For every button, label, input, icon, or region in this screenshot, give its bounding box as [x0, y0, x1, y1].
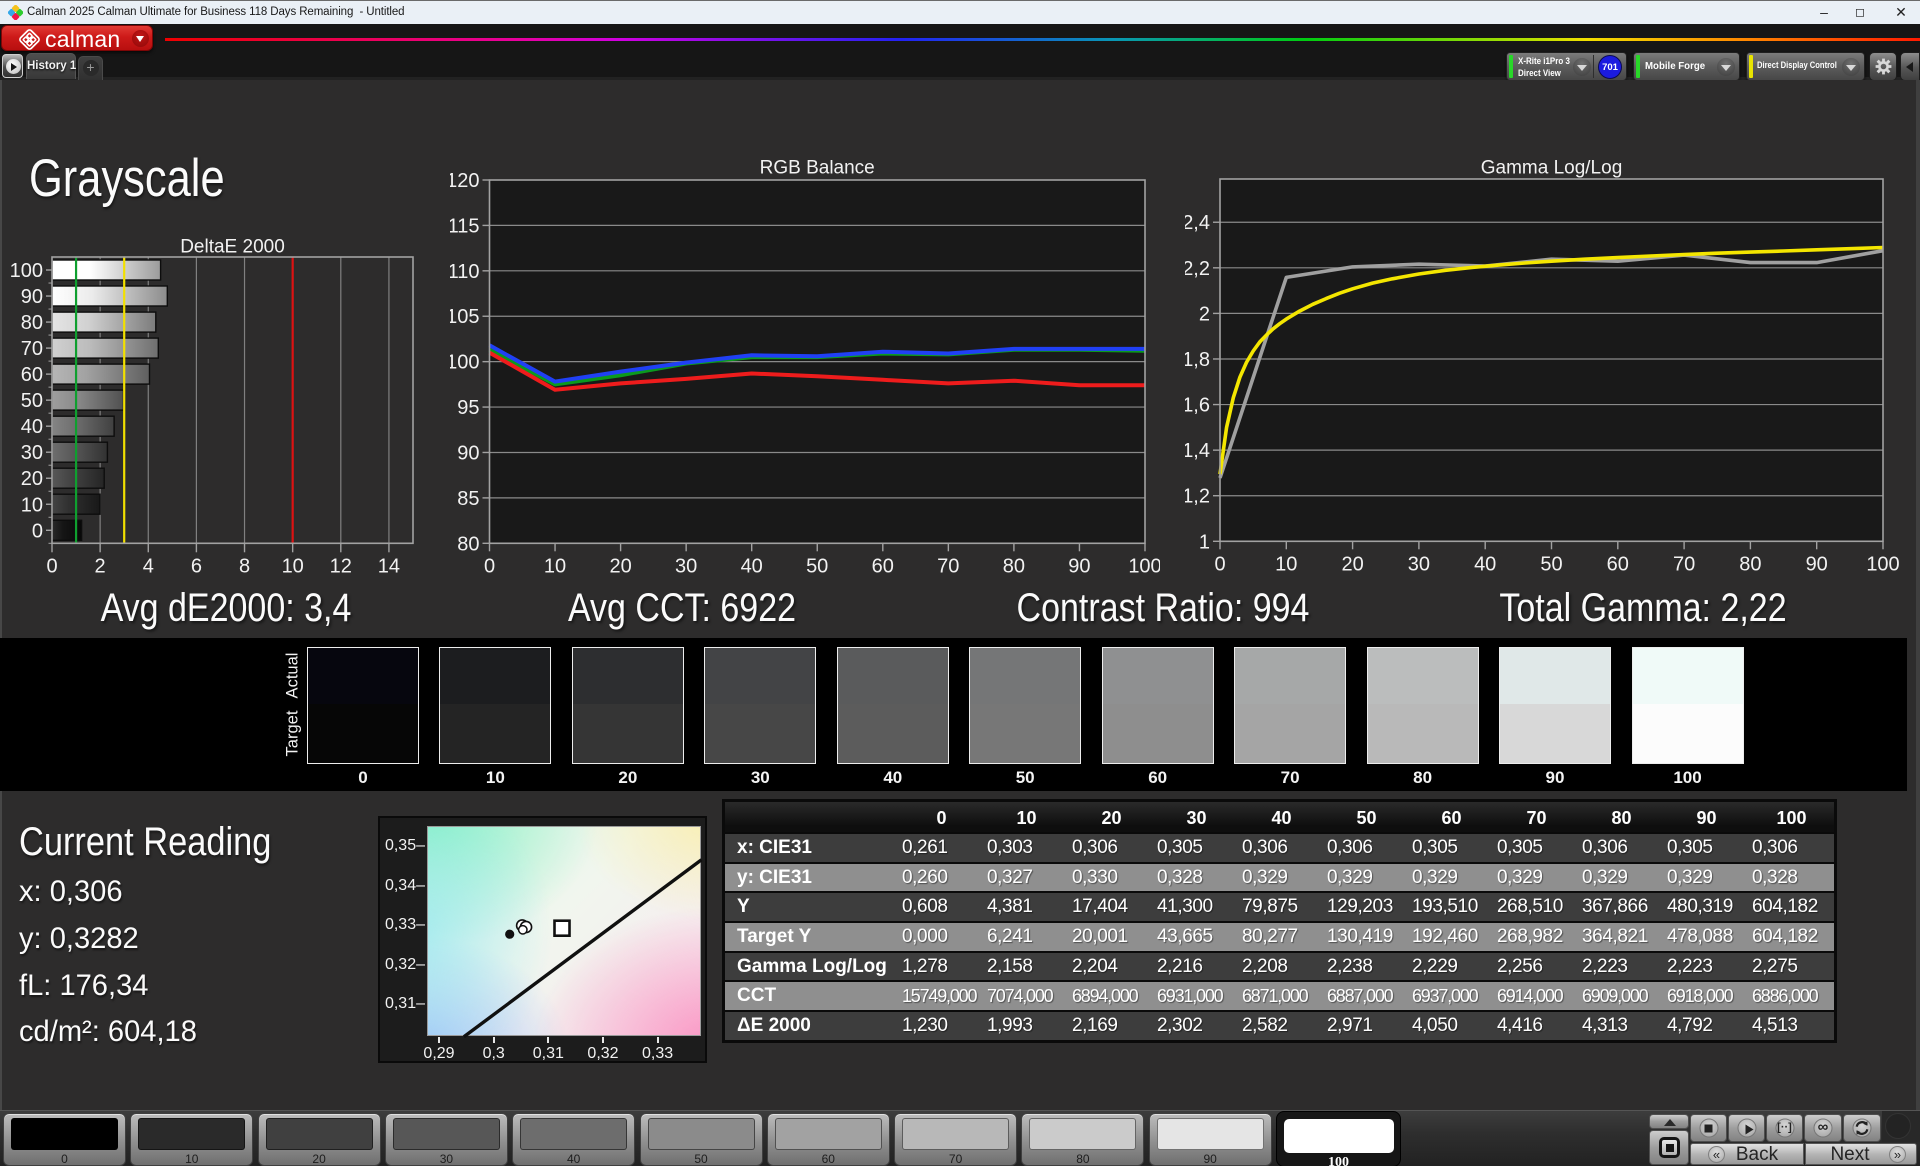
svg-text:0: 0 — [484, 555, 495, 577]
svg-text:50: 50 — [806, 555, 828, 577]
svg-text:1,8: 1,8 — [1185, 349, 1210, 371]
svg-text:2,4: 2,4 — [1185, 212, 1210, 234]
svg-text:0: 0 — [32, 520, 43, 542]
svg-text:70: 70 — [937, 555, 959, 577]
svg-text:10: 10 — [544, 555, 566, 577]
svg-text:50: 50 — [21, 390, 43, 412]
svg-text:70: 70 — [21, 338, 43, 360]
svg-text:10: 10 — [1275, 553, 1297, 575]
svg-text:100: 100 — [10, 260, 43, 282]
svg-text:70: 70 — [1673, 553, 1695, 575]
svg-text:10: 10 — [282, 555, 304, 577]
svg-text:RGB Balance: RGB Balance — [760, 160, 875, 179]
svg-text:20: 20 — [21, 468, 43, 490]
svg-text:4: 4 — [143, 555, 154, 577]
svg-text:105: 105 — [450, 306, 480, 328]
svg-text:90: 90 — [1806, 553, 1828, 575]
svg-text:100: 100 — [1128, 555, 1160, 577]
svg-text:60: 60 — [21, 364, 43, 386]
svg-text:8: 8 — [239, 555, 250, 577]
svg-text:2: 2 — [95, 555, 106, 577]
svg-text:DeltaE 2000: DeltaE 2000 — [180, 238, 285, 258]
svg-text:30: 30 — [21, 442, 43, 464]
svg-text:20: 20 — [609, 555, 631, 577]
svg-text:1,4: 1,4 — [1185, 440, 1210, 462]
svg-text:100: 100 — [450, 352, 480, 374]
svg-text:30: 30 — [675, 555, 697, 577]
svg-text:6: 6 — [191, 555, 202, 577]
svg-text:1: 1 — [1199, 531, 1210, 553]
svg-text:40: 40 — [741, 555, 763, 577]
svg-text:120: 120 — [450, 170, 480, 192]
svg-text:0: 0 — [1214, 553, 1225, 575]
svg-text:95: 95 — [457, 397, 479, 419]
svg-text:12: 12 — [330, 555, 352, 577]
svg-text:115: 115 — [450, 215, 480, 237]
svg-text:2: 2 — [1199, 303, 1210, 325]
svg-text:Gamma Log/Log: Gamma Log/Log — [1481, 160, 1623, 179]
svg-text:20: 20 — [1341, 553, 1363, 575]
svg-text:80: 80 — [21, 312, 43, 334]
svg-text:14: 14 — [378, 555, 400, 577]
svg-text:40: 40 — [21, 416, 43, 438]
svg-text:2,2: 2,2 — [1185, 258, 1210, 280]
svg-text:80: 80 — [1003, 555, 1025, 577]
svg-text:110: 110 — [450, 261, 480, 283]
svg-text:80: 80 — [457, 533, 479, 555]
svg-text:90: 90 — [457, 443, 479, 465]
svg-text:90: 90 — [1068, 555, 1090, 577]
svg-text:30: 30 — [1408, 553, 1430, 575]
svg-text:10: 10 — [21, 494, 43, 516]
svg-text:60: 60 — [872, 555, 894, 577]
svg-text:85: 85 — [457, 488, 479, 510]
svg-text:1,2: 1,2 — [1185, 486, 1210, 508]
svg-text:40: 40 — [1474, 553, 1496, 575]
svg-text:80: 80 — [1739, 553, 1761, 575]
svg-text:50: 50 — [1540, 553, 1562, 575]
svg-text:90: 90 — [21, 286, 43, 308]
svg-text:60: 60 — [1607, 553, 1629, 575]
svg-text:100: 100 — [1866, 553, 1899, 575]
svg-text:0: 0 — [46, 555, 57, 577]
svg-text:1,6: 1,6 — [1185, 395, 1210, 417]
